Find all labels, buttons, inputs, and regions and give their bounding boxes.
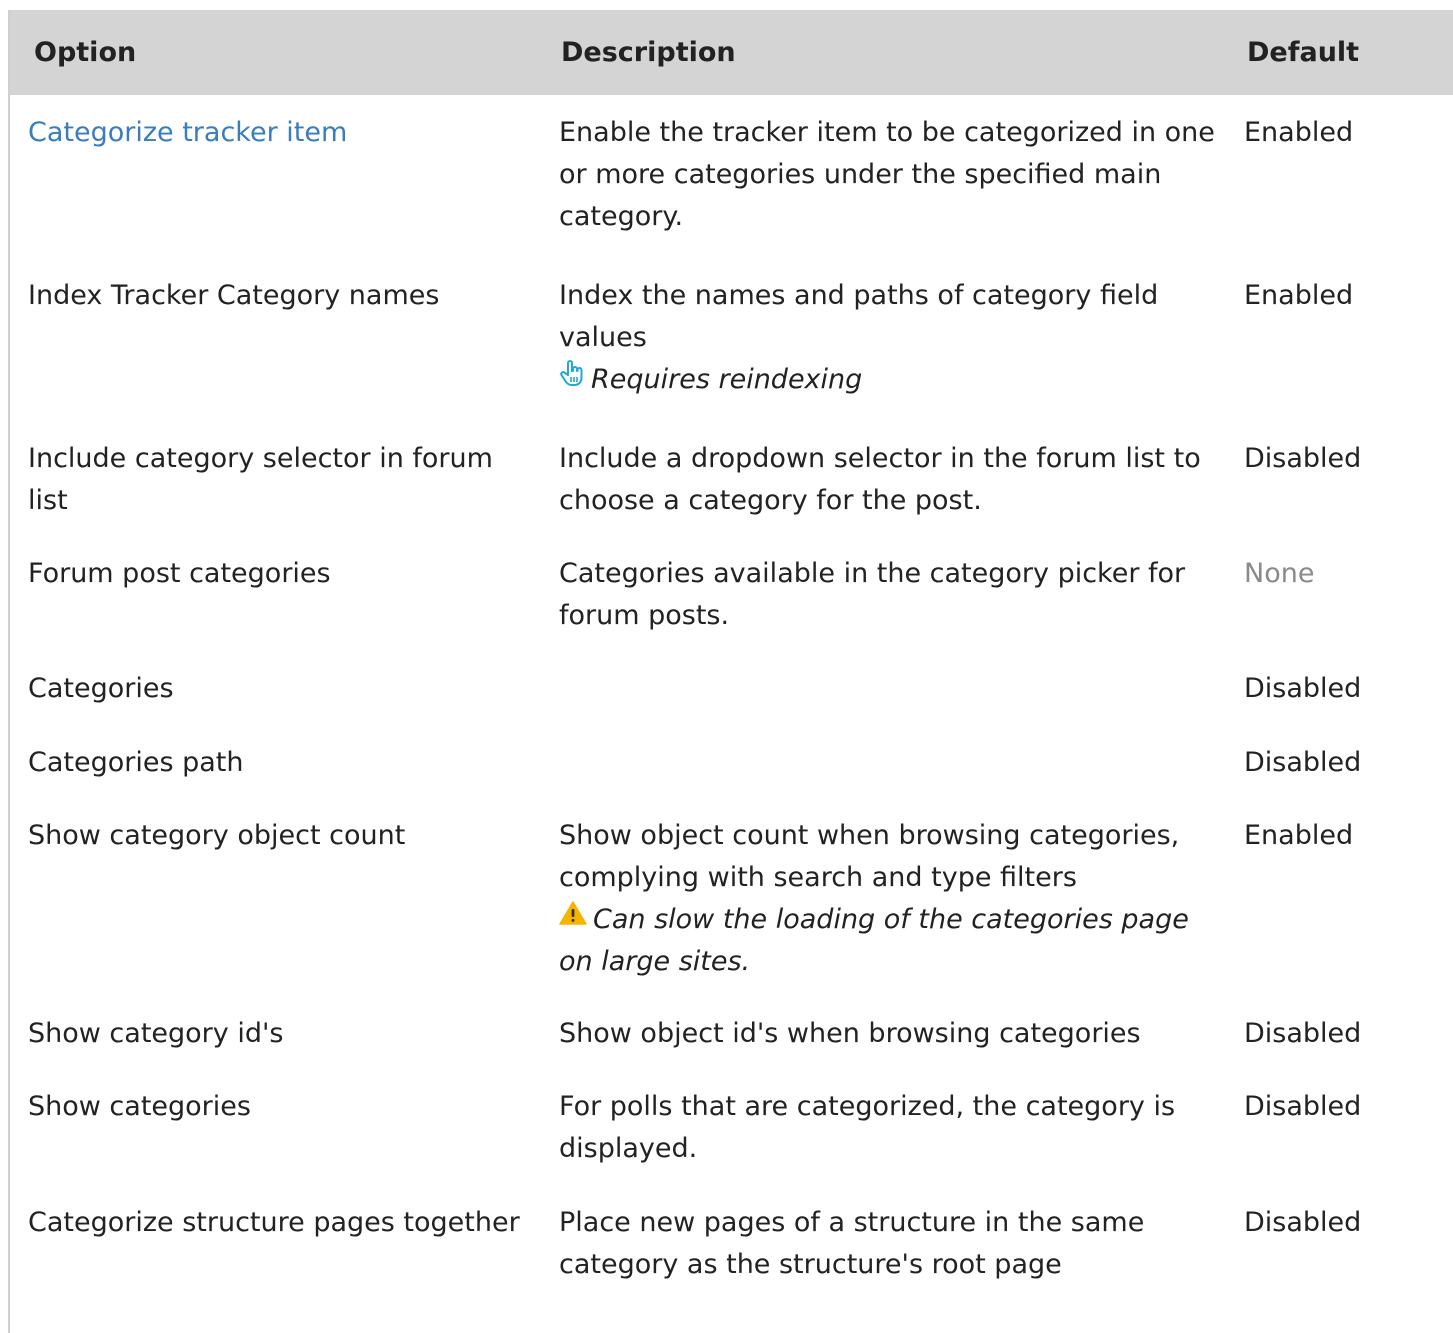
default-value: Disabled	[1244, 1091, 1362, 1122]
options-page: Option Description Default Categorize tr…	[8, 10, 1453, 1333]
description-cell: Show object count when browsing categori…	[540, 800, 1232, 1000]
table-row: Forum post categories Categories availab…	[10, 539, 1453, 653]
default-value: Disabled	[1244, 1207, 1362, 1238]
description-cell: Enable the tracker item to be categorize…	[559, 117, 1215, 232]
column-header-description: Description	[561, 36, 736, 68]
reindex-note: Requires reindexing	[559, 359, 1228, 402]
description-cell: Index the names and paths of category fi…	[540, 257, 1232, 420]
column-header-option: Option	[34, 36, 137, 68]
default-value: Disabled	[1244, 442, 1362, 474]
option-name: Show category object count	[28, 819, 406, 851]
table-row: Show categories For polls that are categ…	[10, 1071, 1453, 1186]
default-value: Enabled	[1244, 117, 1354, 148]
option-name: Show categories	[28, 1091, 251, 1122]
table-row: Categories path Disabled	[10, 726, 1453, 800]
default-value: None	[1244, 557, 1315, 589]
warning-note: Can slow the loading of the categories p…	[559, 899, 1228, 984]
table-row: Include category selector in forum list …	[10, 420, 1453, 539]
description-text: Show object count when browsing categori…	[559, 819, 1180, 893]
option-name: Forum post categories	[28, 557, 331, 589]
option-name: Include category selector in forum list	[28, 442, 493, 516]
description-cell: Place new pages of a structure in the sa…	[559, 1207, 1145, 1280]
description-cell: Categories available in the category pic…	[559, 557, 1186, 631]
warning-icon	[559, 896, 587, 938]
description-text: Index the names and paths of category fi…	[559, 280, 1159, 353]
description-cell: Show object id's when browsing categorie…	[559, 1018, 1141, 1049]
table-row: Categories Disabled	[10, 653, 1453, 726]
note-text: Can slow the loading of the categories p…	[559, 903, 1189, 978]
default-value: Disabled	[1244, 672, 1362, 704]
default-value: Enabled	[1244, 280, 1354, 311]
default-value: Disabled	[1244, 1018, 1362, 1049]
pointing-hand-icon	[559, 357, 585, 399]
note-text: Requires reindexing	[591, 364, 863, 395]
options-table: Option Description Default Categorize tr…	[10, 10, 1453, 1292]
table-row: Show category object count Show object c…	[10, 800, 1453, 1000]
column-header-default: Default	[1247, 36, 1360, 68]
description-cell	[540, 726, 1232, 800]
option-name: Categories	[28, 672, 174, 704]
table-row: Index Tracker Category names Index the n…	[10, 257, 1453, 420]
option-name: Categorize structure pages together	[28, 1207, 520, 1238]
description-cell	[540, 653, 1232, 726]
option-name: Index Tracker Category names	[28, 280, 440, 311]
description-cell: For polls that are categorized, the cate…	[559, 1091, 1176, 1164]
table-header-row: Option Description Default	[10, 10, 1453, 95]
table-row: Show category id's Show object id's when…	[10, 999, 1453, 1071]
default-value: Disabled	[1244, 746, 1362, 778]
categorize-tracker-item-link[interactable]: Categorize tracker item	[28, 117, 347, 148]
option-name: Show category id's	[28, 1018, 284, 1049]
table-row: Categorize structure pages together Plac…	[10, 1186, 1453, 1292]
option-name: Categories path	[28, 746, 244, 778]
description-cell: Include a dropdown selector in the forum…	[559, 442, 1201, 516]
option-cell: Categorize tracker item	[10, 95, 540, 257]
default-value: Enabled	[1244, 819, 1354, 851]
table-row: Categorize tracker item Enable the track…	[10, 95, 1453, 257]
